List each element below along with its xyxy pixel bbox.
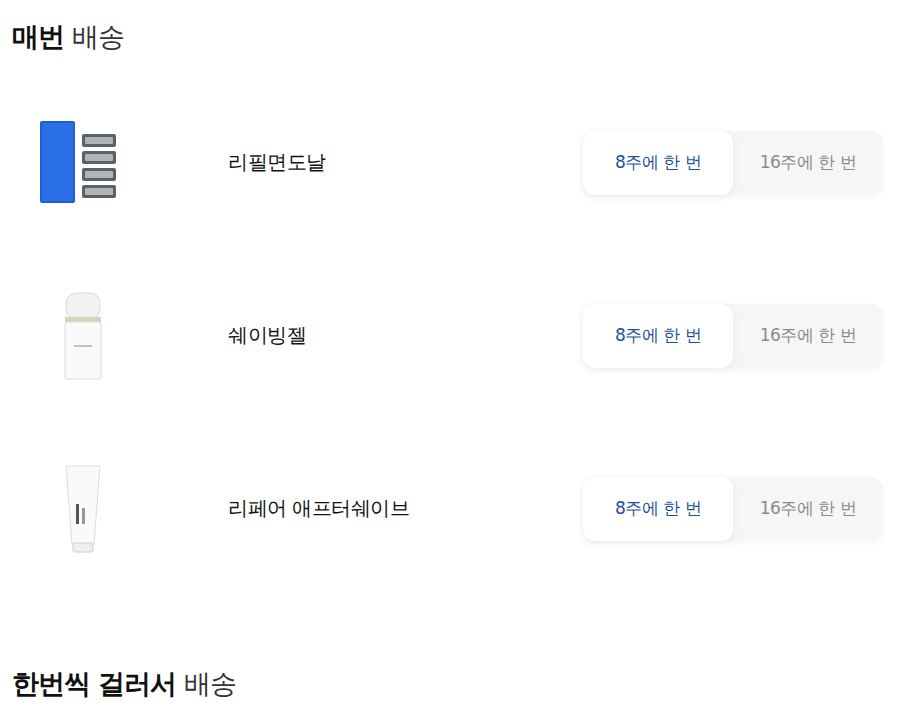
product-row: 리페어 애프터쉐이브8주에 한 번16주에 한 번 xyxy=(0,422,900,595)
product-name: 리페어 애프터쉐이브 xyxy=(228,495,583,522)
delivery-section: 매번배송리필면도날8주에 한 번16주에 한 번쉐이빙젤8주에 한 번16주에 … xyxy=(0,18,900,595)
section-heading: 한번씩 걸러서배송 xyxy=(12,665,900,703)
interval-option[interactable]: 16주에 한 번 xyxy=(733,477,883,541)
delivery-section: 한번씩 걸러서배송 xyxy=(0,665,900,703)
razor-blade-icon xyxy=(38,118,128,208)
delivery-page: 매번배송리필면도날8주에 한 번16주에 한 번쉐이빙젤8주에 한 번16주에 … xyxy=(0,0,900,727)
interval-option[interactable]: 8주에 한 번 xyxy=(583,304,733,368)
interval-toggle: 8주에 한 번16주에 한 번 xyxy=(583,477,883,541)
product-row: 쉐이빙젤8주에 한 번16주에 한 번 xyxy=(0,249,900,422)
aftershave-tube-icon xyxy=(38,464,128,554)
interval-toggle: 8주에 한 번16주에 한 번 xyxy=(583,304,883,368)
interval-option[interactable]: 16주에 한 번 xyxy=(733,131,883,195)
product-image xyxy=(38,118,128,208)
interval-option[interactable]: 8주에 한 번 xyxy=(583,131,733,195)
section-heading: 매번배송 xyxy=(12,18,900,56)
shaving-gel-icon xyxy=(38,291,128,381)
product-image xyxy=(38,291,128,381)
interval-toggle: 8주에 한 번16주에 한 번 xyxy=(583,131,883,195)
interval-option[interactable]: 16주에 한 번 xyxy=(733,304,883,368)
product-image xyxy=(38,464,128,554)
product-name: 리필면도날 xyxy=(228,149,583,176)
interval-option[interactable]: 8주에 한 번 xyxy=(583,477,733,541)
product-row: 리필면도날8주에 한 번16주에 한 번 xyxy=(0,76,900,249)
product-name: 쉐이빙젤 xyxy=(228,322,583,349)
